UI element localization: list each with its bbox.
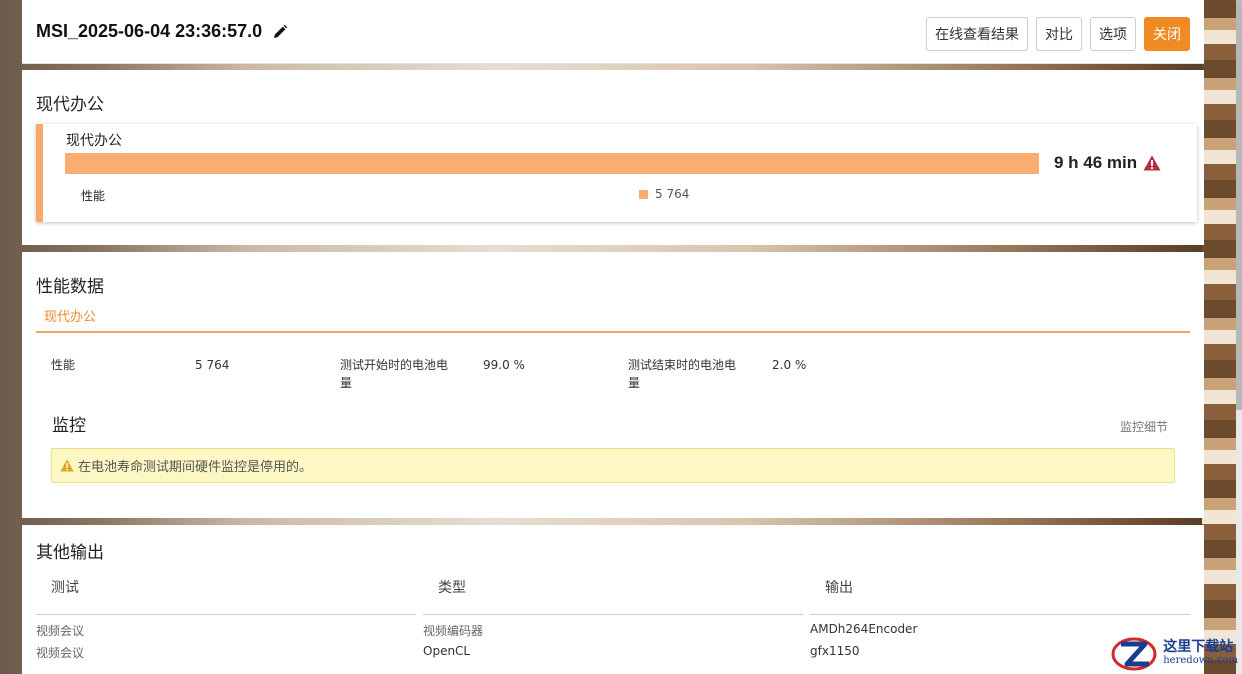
table-cell: AMDh264Encoder (810, 622, 918, 636)
close-button[interactable]: 关闭 (1144, 17, 1190, 51)
header-actions: 在线查看结果 对比 选项 关闭 (926, 17, 1190, 51)
perf-label: 性能 (51, 358, 76, 372)
column-header-test: 测试 (51, 580, 79, 596)
column-divider (36, 614, 416, 615)
watermark-en: heredown.com (1163, 655, 1238, 666)
column-header-output: 输出 (825, 580, 853, 596)
duration-bar-fill (65, 153, 1039, 174)
monitoring-details-link[interactable]: 监控细节 (1120, 418, 1168, 435)
tab-modern-office[interactable]: 现代办公 (44, 306, 96, 325)
table-cell: 视频编码器 (423, 624, 484, 638)
pencil-icon[interactable] (272, 24, 288, 40)
scrollbar[interactable] (1236, 0, 1242, 674)
column-divider (810, 614, 1190, 615)
column-divider (423, 614, 803, 615)
other-outputs-panel: 其他输出 测试 类型 输出 视频会议 视频编码器 AMDh264Encoder … (22, 525, 1204, 674)
watermark-logo-icon (1111, 637, 1157, 671)
performance-label: 性能 (81, 189, 106, 203)
benchmark-card: 现代办公 9 h 46 min 性能 5 764 (36, 124, 1197, 222)
tab-underline (36, 331, 1190, 333)
legend-item: 5 764 (639, 187, 689, 201)
other-section-title: 其他输出 (36, 543, 104, 563)
header-bar: MSI_2025-06-04 23:36:57.0 在线查看结果 对比 选项 关… (22, 0, 1204, 64)
scrollbar-thumb[interactable] (1236, 0, 1242, 410)
table-cell: 视频会议 (36, 646, 85, 660)
view-online-button[interactable]: 在线查看结果 (926, 17, 1028, 51)
result-title: MSI_2025-06-04 23:36:57.0 (36, 21, 263, 41)
summary-panel: 现代办公 现代办公 9 h 46 min 性能 5 764 (22, 70, 1204, 245)
alert-warning-icon (60, 459, 74, 472)
warning-icon (1143, 155, 1161, 171)
performance-panel: 性能数据 现代办公 性能 5 764 测试开始时的电池电量 99.0 % 测试结… (22, 252, 1204, 518)
battery-start-label: 测试开始时的电池电量 (340, 358, 449, 390)
column-header-type: 类型 (438, 580, 466, 596)
monitoring-title: 监控 (52, 416, 86, 436)
duration-value-group: 9 h 46 min (1054, 153, 1161, 173)
watermark: 这里下载站 heredown.com (1109, 636, 1238, 672)
perf-value: 5 764 (195, 358, 230, 372)
benchmark-name: 现代办公 (66, 133, 122, 149)
table-cell: gfx1150 (810, 644, 860, 658)
legend-value: 5 764 (655, 187, 690, 201)
battery-start-value: 99.0 % (483, 358, 525, 372)
compare-button[interactable]: 对比 (1036, 17, 1082, 51)
summary-section-title: 现代办公 (36, 95, 104, 115)
duration-bar (65, 153, 1039, 174)
alert-text: 在电池寿命测试期间硬件监控是停用的。 (78, 460, 313, 475)
battery-end-label: 测试结束时的电池电量 (628, 358, 737, 390)
options-button[interactable]: 选项 (1090, 17, 1136, 51)
battery-end-value: 2.0 % (772, 358, 807, 372)
performance-section-title: 性能数据 (36, 277, 104, 297)
duration-value: 9 h 46 min (1054, 153, 1138, 172)
table-cell: OpenCL (423, 644, 471, 658)
watermark-cn: 这里下载站 (1163, 639, 1234, 655)
title-group: MSI_2025-06-04 23:36:57.0 (36, 21, 288, 42)
legend-swatch (639, 189, 648, 199)
table-cell: 视频会议 (36, 624, 85, 638)
monitoring-alert: 在电池寿命测试期间硬件监控是停用的。 (51, 448, 1175, 483)
